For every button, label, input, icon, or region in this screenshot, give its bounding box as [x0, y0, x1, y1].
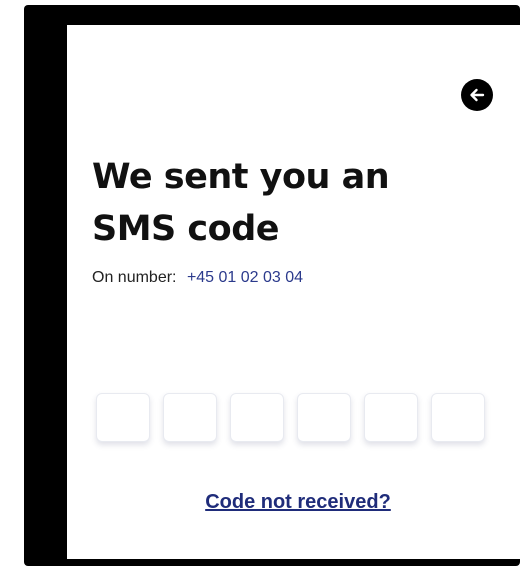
code-digit-input-4[interactable] — [297, 393, 351, 442]
number-label: On number: — [92, 269, 177, 286]
code-digit-input-5[interactable] — [364, 393, 418, 442]
back-button[interactable] — [461, 79, 493, 111]
phone-number-row: On number: +45 01 02 03 04 — [92, 269, 303, 287]
arrow-left-icon — [470, 88, 485, 102]
sms-verification-screen: We sent you an SMS code On number: +45 0… — [67, 25, 520, 559]
code-digit-input-6[interactable] — [431, 393, 485, 442]
phone-number: +45 01 02 03 04 — [186, 269, 304, 286]
device-frame: We sent you an SMS code On number: +45 0… — [24, 5, 520, 566]
code-not-received-link[interactable]: Code not received? — [67, 491, 520, 514]
code-digit-input-2[interactable] — [163, 393, 217, 442]
page-title: We sent you an SMS code — [92, 157, 390, 249]
code-digit-input-3[interactable] — [230, 393, 284, 442]
code-digit-input-1[interactable] — [96, 393, 150, 442]
code-input-group — [96, 393, 485, 442]
